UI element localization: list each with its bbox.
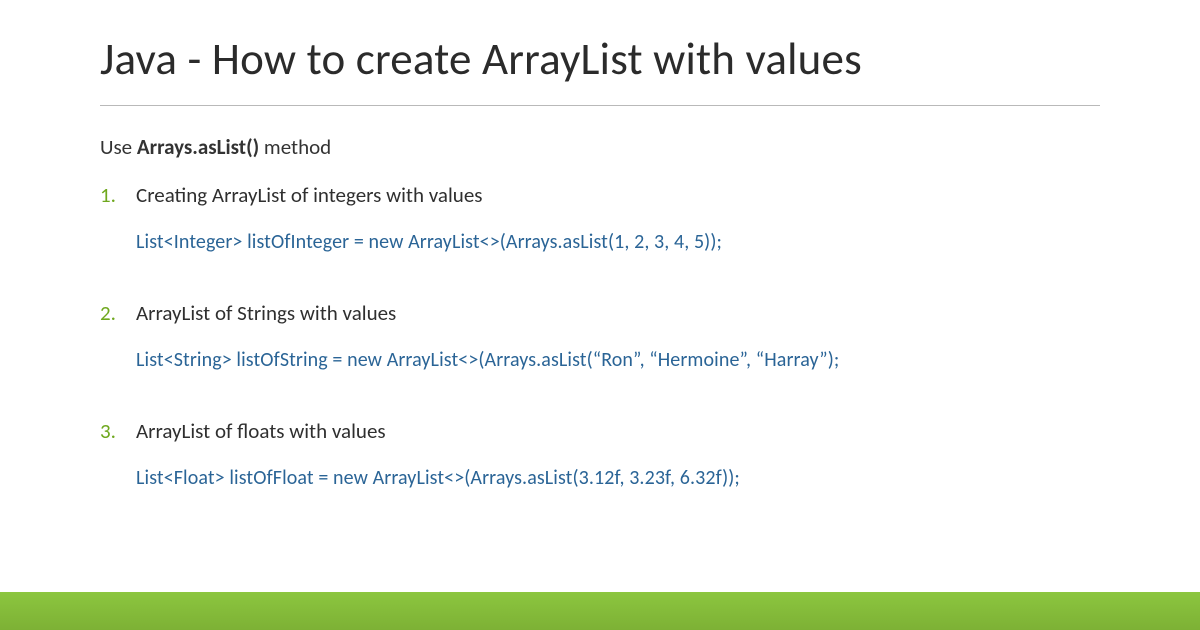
slide: Java - How to create ArrayList with valu… <box>0 0 1200 490</box>
list-item: ArrayList of Strings with values List<St… <box>100 300 1100 372</box>
code-snippet: List<Float> listOfFloat = new ArrayList<… <box>136 466 1100 490</box>
example-label: ArrayList of Strings with values <box>136 300 1100 326</box>
intro-method-name: Arrays.asList() <box>137 134 259 160</box>
intro-suffix: method <box>259 134 331 160</box>
intro-text: Use Arrays.asList() method <box>100 134 1100 160</box>
list-item: ArrayList of floats with values List<Flo… <box>100 418 1100 490</box>
code-snippet: List<String> listOfString = new ArrayLis… <box>136 348 1100 372</box>
example-label: Creating ArrayList of integers with valu… <box>136 182 1100 208</box>
page-title: Java - How to create ArrayList with valu… <box>100 32 1100 106</box>
code-snippet: List<Integer> listOfInteger = new ArrayL… <box>136 230 1100 254</box>
intro-prefix: Use <box>100 134 137 160</box>
footer-accent-bar <box>0 592 1200 630</box>
example-label: ArrayList of floats with values <box>136 418 1100 444</box>
examples-list: Creating ArrayList of integers with valu… <box>100 182 1100 490</box>
list-item: Creating ArrayList of integers with valu… <box>100 182 1100 254</box>
